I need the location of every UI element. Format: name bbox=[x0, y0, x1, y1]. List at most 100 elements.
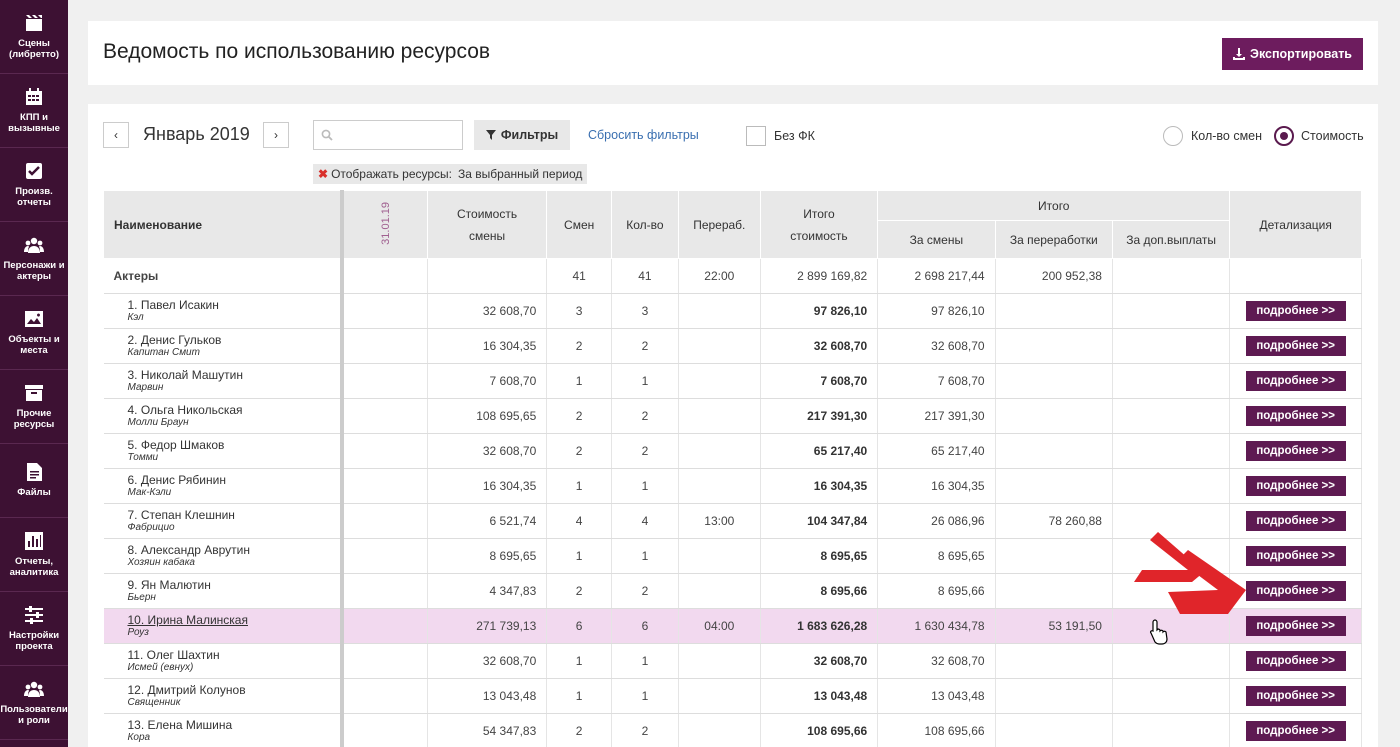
total-cost-cell: 217 391,30 bbox=[760, 398, 879, 434]
details-button[interactable]: подробнее >> bbox=[1245, 336, 1346, 356]
for-shifts-cell: 8 695,65 bbox=[877, 538, 996, 574]
col-count-header: Кол-во bbox=[611, 190, 679, 259]
for-overtime-cell bbox=[995, 573, 1113, 609]
col-name-header: Наименование bbox=[103, 190, 343, 259]
sidebar-item-6[interactable]: Файлы bbox=[0, 444, 68, 518]
total-cost-cell: 8 695,66 bbox=[760, 573, 879, 609]
group-total-cost: 2 899 169,82 bbox=[760, 258, 879, 294]
group-for-overtime: 200 952,38 bbox=[995, 258, 1113, 294]
filter-icon bbox=[485, 130, 496, 140]
details-button[interactable]: подробнее >> bbox=[1245, 476, 1346, 496]
group-row-actors: Актеры 41 41 22:00 2 899 169,82 2 698 21… bbox=[103, 258, 1362, 294]
for-shifts-cell: 1 630 434,78 bbox=[877, 608, 996, 644]
total-cost-cell: 8 695,65 bbox=[760, 538, 879, 574]
person-name: 6. Денис Рябинин bbox=[127, 473, 226, 487]
count-cell: 1 bbox=[611, 538, 679, 574]
details-button[interactable]: подробнее >> bbox=[1245, 546, 1346, 566]
resource-name-cell: 7. Степан Клешнин Фабрицио bbox=[103, 503, 343, 539]
table-row: 11. Олег Шахтин Исмей (евнух) 32 608,70 1 1 3… bbox=[103, 643, 1362, 679]
sidebar-item-4[interactable]: Объекты и места bbox=[0, 296, 68, 370]
shifts-cell: 1 bbox=[546, 643, 613, 679]
details-button[interactable]: подробнее >> bbox=[1245, 406, 1346, 426]
for-overtime-cell bbox=[995, 398, 1113, 434]
shift-cost-cell: 271 739,13 bbox=[427, 608, 548, 644]
details-cell: подробнее >> bbox=[1229, 713, 1362, 747]
details-button[interactable]: подробнее >> bbox=[1245, 441, 1346, 461]
details-button[interactable]: подробнее >> bbox=[1245, 616, 1346, 636]
radio-cost[interactable] bbox=[1274, 126, 1294, 146]
filter-tag-value: За выбранный период bbox=[458, 167, 583, 181]
filters-button[interactable]: Фильтры bbox=[474, 120, 570, 150]
sidebar-item-5[interactable]: Прочие ресурсы bbox=[0, 370, 68, 444]
reset-filters-link[interactable]: Сбросить фильтры bbox=[588, 128, 699, 142]
person-name: 5. Федор Шмаков bbox=[127, 438, 225, 452]
filters-button-label: Фильтры bbox=[500, 128, 559, 142]
details-button[interactable]: подробнее >> bbox=[1245, 651, 1346, 671]
resource-name-cell: 10. Ирина Малинская Роуз bbox=[103, 608, 343, 644]
person-name[interactable]: 10. Ирина Малинская bbox=[128, 613, 341, 627]
details-button[interactable]: подробнее >> bbox=[1245, 721, 1346, 741]
shifts-cell: 6 bbox=[546, 608, 613, 644]
prev-month-button[interactable]: ‹ bbox=[103, 122, 129, 148]
details-button[interactable]: подробнее >> bbox=[1245, 511, 1346, 531]
date-label: 31.01.19 bbox=[379, 201, 392, 245]
sidebar-item-0[interactable]: Сцены (либретто) bbox=[0, 0, 68, 74]
table-row: 4. Ольга Никольская Молли Браун 108 695,65… bbox=[103, 398, 1362, 434]
table-row: 1. Павел Исакин Кэл 32 608,70 3 3 97 826,10 97… bbox=[103, 293, 1362, 329]
search-input[interactable] bbox=[313, 120, 463, 150]
details-button[interactable]: подробнее >> bbox=[1245, 686, 1346, 706]
details-cell: подробнее >> bbox=[1229, 573, 1362, 609]
total-cost-cell: 32 608,70 bbox=[760, 643, 879, 679]
details-cell: подробнее >> bbox=[1229, 503, 1362, 539]
for-overtime-cell bbox=[995, 328, 1113, 364]
no-fk-checkbox[interactable] bbox=[746, 126, 766, 146]
for-shifts-cell: 26 086,96 bbox=[877, 503, 996, 539]
sidebar-item-2[interactable]: Произв. отчеты bbox=[0, 148, 68, 222]
sidebar-item-7[interactable]: Отчеты, аналитика bbox=[0, 518, 68, 592]
person-name: 12. Дмитрий Колунов bbox=[127, 683, 246, 697]
sidebar-item-8[interactable]: Настройки проекта bbox=[0, 592, 68, 666]
group-for-extra bbox=[1112, 258, 1231, 294]
overtime-cell bbox=[678, 363, 761, 399]
next-month-button[interactable]: › bbox=[263, 122, 289, 148]
for-overtime-cell bbox=[995, 538, 1113, 574]
for-overtime-cell bbox=[995, 468, 1113, 504]
date-cell bbox=[340, 573, 428, 609]
overtime-cell bbox=[678, 713, 761, 747]
radio-shift-count[interactable] bbox=[1163, 126, 1183, 146]
page-title: Ведомость по использованию ресурсов bbox=[103, 40, 491, 63]
shift-cost-cell: 54 347,83 bbox=[427, 713, 548, 747]
sidebar-item-9[interactable]: Пользователи и роли bbox=[0, 666, 68, 740]
export-button[interactable]: Экспортировать bbox=[1222, 38, 1363, 70]
role-name: Роуз bbox=[127, 627, 149, 638]
download-icon bbox=[1233, 48, 1246, 60]
for-overtime-cell: 53 191,50 bbox=[995, 608, 1113, 644]
remove-tag-icon[interactable]: ✖ bbox=[318, 167, 328, 181]
table-row: 13. Елена Мишина Кора 54 347,83 2 2 108 695,6… bbox=[103, 713, 1362, 747]
person-name: 1. Павел Исакин bbox=[127, 298, 219, 312]
sidebar-item-3[interactable]: Персонажи и актеры bbox=[0, 222, 68, 296]
person-name: 2. Денис Гульков bbox=[127, 333, 222, 347]
role-name: Хозяин кабака bbox=[127, 557, 196, 568]
person-name: 9. Ян Малютин bbox=[127, 578, 211, 592]
for-extra-cell bbox=[1112, 398, 1231, 434]
for-overtime-cell bbox=[995, 713, 1113, 747]
role-name: Священник bbox=[127, 697, 181, 708]
group-shifts: 41 bbox=[546, 258, 613, 294]
person-name: 7. Степан Клешнин bbox=[127, 508, 235, 522]
group-for-shifts: 2 698 217,44 bbox=[877, 258, 996, 294]
role-name: Бьерн bbox=[127, 592, 156, 603]
overtime-cell: 13:00 bbox=[678, 503, 761, 539]
sidebar-item-1[interactable]: КПП и вызывные bbox=[0, 74, 68, 148]
details-cell: подробнее >> bbox=[1229, 538, 1362, 574]
person-name: 11. Олег Шахтин bbox=[127, 648, 220, 662]
shifts-cell: 2 bbox=[546, 713, 613, 747]
details-button[interactable]: подробнее >> bbox=[1245, 371, 1346, 391]
details-button[interactable]: подробнее >> bbox=[1245, 301, 1346, 321]
details-button[interactable]: подробнее >> bbox=[1245, 581, 1346, 601]
for-shifts-cell: 217 391,30 bbox=[877, 398, 996, 434]
role-name: Кэл bbox=[127, 312, 144, 323]
col-total-cost-header: Итого стоимость bbox=[759, 190, 879, 259]
col-for-extra-header: За доп.выплаты bbox=[1111, 220, 1231, 259]
resource-name-cell: 8. Александр Аврутин Хозяин кабака bbox=[103, 538, 343, 574]
